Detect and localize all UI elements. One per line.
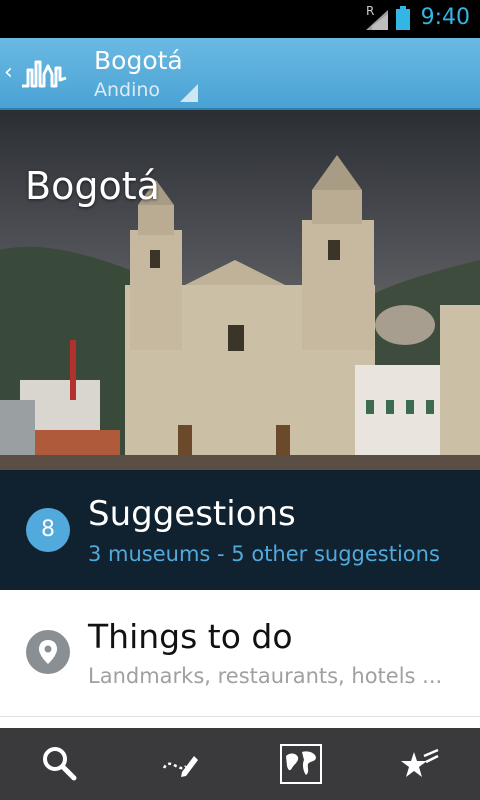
suggestions-subtitle: 3 museums - 5 other suggestions — [88, 542, 440, 566]
suggestions-row[interactable]: 8 Suggestions 3 museums - 5 other sugges… — [0, 470, 480, 590]
battery-icon — [396, 6, 410, 30]
action-bar-subtitle[interactable]: Andino — [94, 79, 160, 101]
tab-map[interactable] — [240, 728, 360, 800]
status-time: 9:40 — [420, 5, 470, 30]
network-letter: R — [366, 4, 375, 18]
app-logo-icon[interactable] — [20, 56, 68, 94]
things-to-do-subtitle: Landmarks, restaurants, hotels ... — [88, 664, 443, 688]
suggestions-count-badge: 8 — [26, 508, 70, 552]
status-bar: R 9:40 — [0, 0, 480, 38]
action-bar: ‹ Bogotá Andino — [0, 38, 480, 110]
suggestions-title: Suggestions — [88, 494, 296, 534]
tab-route[interactable] — [120, 728, 240, 800]
route-pencil-icon — [162, 756, 198, 777]
stars-icon — [401, 748, 439, 777]
search-icon — [43, 747, 77, 781]
location-pin-icon — [26, 630, 70, 674]
map-icon — [280, 744, 322, 784]
back-chevron-icon[interactable]: ‹ — [4, 60, 13, 85]
dropdown-triangle-icon[interactable] — [180, 84, 198, 102]
hero-image: Bogotá — [0, 110, 480, 470]
hero-title: Bogotá — [25, 164, 160, 208]
things-to-do-title: Things to do — [88, 617, 293, 656]
things-to-do-row[interactable]: Things to do Landmarks, restaurants, hot… — [0, 590, 480, 717]
bottom-tab-bar — [0, 728, 480, 800]
tab-favorites[interactable] — [360, 728, 480, 800]
action-bar-title[interactable]: Bogotá — [94, 46, 183, 75]
tab-search[interactable] — [0, 728, 120, 800]
